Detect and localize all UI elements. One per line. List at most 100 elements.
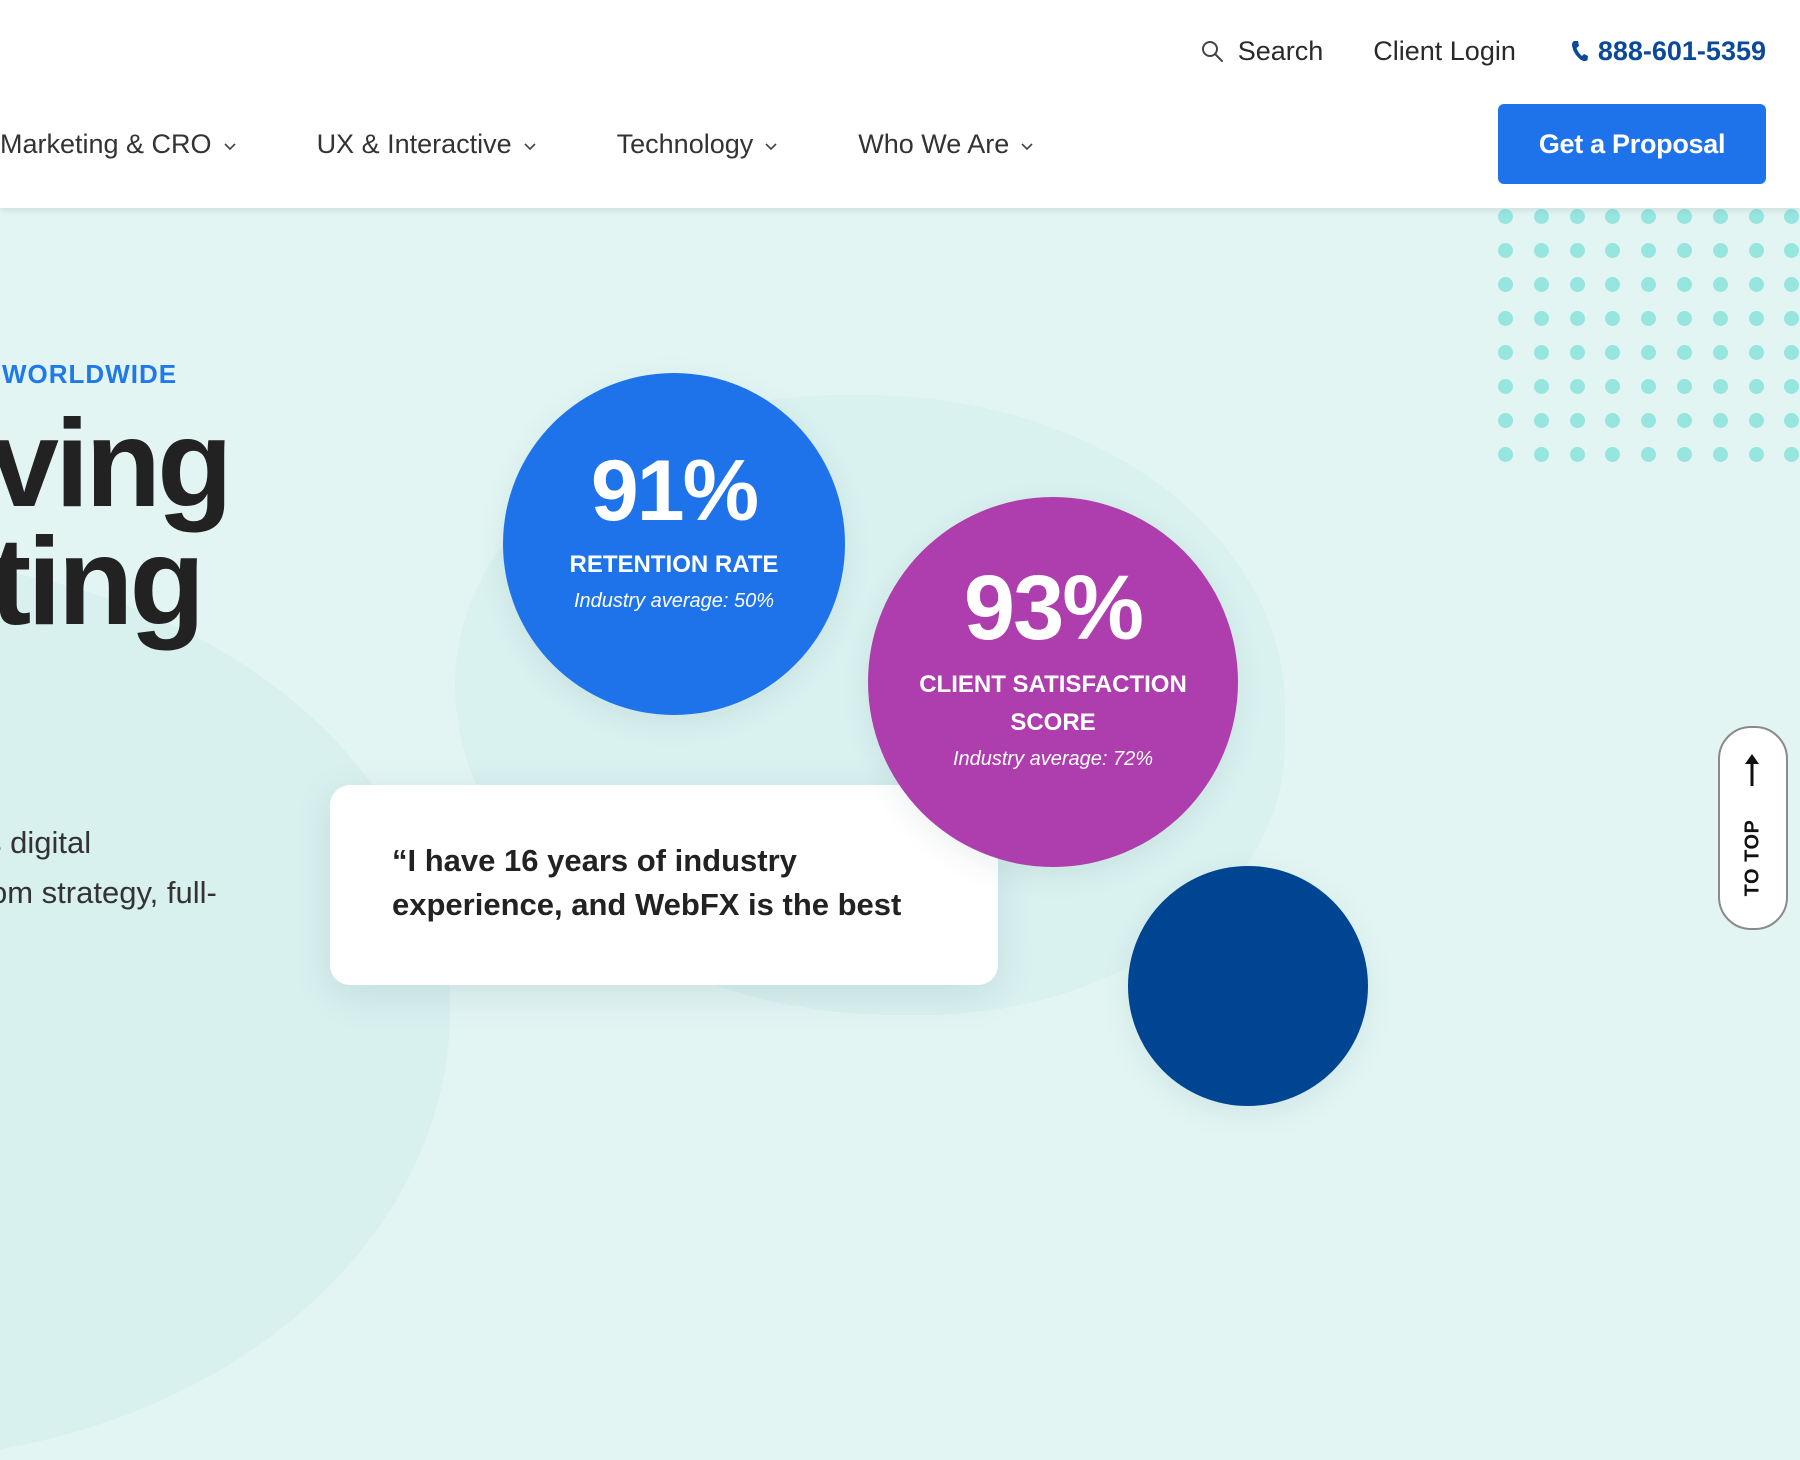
nav-item-who-we-are[interactable]: Who We Are: [858, 129, 1034, 160]
chevron-down-icon: [223, 143, 236, 151]
grid-dot: [1533, 311, 1549, 326]
grid-dot: [1784, 379, 1800, 394]
grid-dot: [1748, 345, 1764, 360]
grid-dot: [1498, 447, 1513, 462]
grid-dot: [1712, 379, 1728, 394]
grid-dot: [1533, 413, 1549, 428]
grid-dot: [1677, 345, 1692, 360]
nav-item-ux-interactive[interactable]: UX & Interactive: [317, 129, 537, 160]
stat-industry-average: Industry average: 72%: [952, 748, 1154, 770]
grid-dot: [1748, 447, 1764, 462]
grid-dot: [1569, 209, 1585, 224]
grid-dot: [1641, 413, 1657, 428]
grid-dot: [1533, 447, 1549, 462]
grid-dot: [1784, 345, 1800, 360]
search-icon: [1201, 41, 1223, 62]
nav-label: Technology: [616, 128, 754, 159]
grid-dot: [1641, 243, 1657, 258]
grid-dot: [1605, 345, 1621, 360]
stat-circle-partial: [1128, 866, 1368, 1106]
grid-dot: [1784, 311, 1800, 326]
grid-dot: [1569, 243, 1585, 258]
back-to-top-button[interactable]: TO TOP: [1718, 726, 1788, 930]
grid-dot: [1498, 345, 1513, 360]
grid-dot: [1605, 379, 1621, 394]
grid-dot: [1748, 413, 1764, 428]
grid-dot: [1712, 345, 1728, 360]
utility-bar: Search Client Login 888-601-5359: [1200, 31, 1766, 71]
headline-line: ving: [0, 395, 233, 533]
grid-dot: [1641, 447, 1657, 462]
stat-label: CLIENT SATISFACTION SCORE: [919, 671, 1187, 736]
get-proposal-button[interactable]: Get a Proposal: [1498, 104, 1766, 184]
arrow-up-icon: [1745, 754, 1759, 786]
grid-dot: [1641, 345, 1657, 360]
grid-dot: [1712, 209, 1728, 224]
grid-dot: [1712, 413, 1728, 428]
search-link[interactable]: Search: [1200, 35, 1324, 67]
main-nav: Marketing & CRO UX & Interactive Technol…: [0, 104, 1114, 184]
testimonial-quote: “I have 16 years of industry experience,…: [392, 843, 902, 922]
background-blob: [0, 560, 450, 1460]
dot-grid-decoration: [1498, 209, 1800, 469]
grid-dot: [1784, 243, 1800, 258]
grid-dot: [1748, 379, 1764, 394]
grid-dot: [1641, 209, 1657, 224]
grid-dot: [1605, 243, 1621, 258]
grid-dot: [1498, 243, 1513, 258]
grid-dot: [1712, 243, 1728, 258]
stat-value: 93%: [963, 557, 1144, 659]
grid-dot: [1641, 311, 1657, 326]
grid-dot: [1569, 379, 1585, 394]
nav-label: Who We Are: [858, 128, 1010, 159]
grid-dot: [1569, 413, 1585, 428]
grid-dot: [1533, 277, 1549, 292]
nav-label: Marketing & CRO: [0, 128, 212, 159]
back-to-top-label: TO TOP: [1741, 819, 1764, 897]
stat-client-satisfaction: 93% CLIENT SATISFACTION SCORE Industry a…: [868, 497, 1238, 867]
grid-dot: [1784, 413, 1800, 428]
grid-dot: [1533, 243, 1549, 258]
chevron-down-icon: [765, 143, 777, 151]
grid-dot: [1569, 311, 1585, 326]
grid-dot: [1748, 243, 1764, 258]
grid-dot: [1533, 345, 1549, 360]
headline-line: ting: [0, 513, 205, 651]
grid-dot: [1677, 277, 1692, 292]
grid-dot: [1605, 209, 1621, 224]
grid-dot: [1712, 447, 1728, 462]
grid-dot: [1784, 209, 1800, 224]
search-label: Search: [1237, 35, 1324, 66]
chevron-down-icon: [524, 143, 536, 151]
phone-number: 888-601-5359: [1597, 35, 1766, 66]
phone-icon: [1571, 41, 1588, 62]
grid-dot: [1533, 209, 1549, 224]
stat-retention-rate: 91% RETENTION RATE Industry average: 50%: [503, 373, 845, 715]
grid-dot: [1784, 447, 1800, 462]
grid-dot: [1677, 243, 1692, 258]
grid-dot: [1498, 413, 1513, 428]
grid-dot: [1677, 311, 1692, 326]
grid-dot: [1605, 447, 1621, 462]
grid-dot: [1677, 209, 1692, 224]
phone-link[interactable]: 888-601-5359: [1570, 36, 1766, 67]
hero-eyebrow: WORLDWIDE: [2, 359, 178, 389]
grid-dot: [1533, 379, 1549, 394]
nav-label: UX & Interactive: [316, 128, 512, 159]
client-login-link[interactable]: Client Login: [1373, 36, 1516, 67]
chevron-down-icon: [1021, 143, 1033, 151]
testimonial-card: “I have 16 years of industry experience,…: [330, 785, 998, 985]
grid-dot: [1605, 311, 1621, 326]
grid-dot: [1498, 209, 1513, 224]
grid-dot: [1569, 277, 1585, 292]
grid-dot: [1498, 379, 1513, 394]
site-header: Search Client Login 888-601-5359 Marketi…: [0, 0, 1800, 208]
grid-dot: [1748, 311, 1764, 326]
grid-dot: [1641, 379, 1657, 394]
grid-dot: [1641, 277, 1657, 292]
grid-dot: [1712, 277, 1728, 292]
nav-item-marketing-cro[interactable]: Marketing & CRO: [0, 129, 237, 160]
grid-dot: [1569, 447, 1585, 462]
stat-value: 91%: [590, 443, 759, 539]
nav-item-technology[interactable]: Technology: [617, 129, 779, 160]
